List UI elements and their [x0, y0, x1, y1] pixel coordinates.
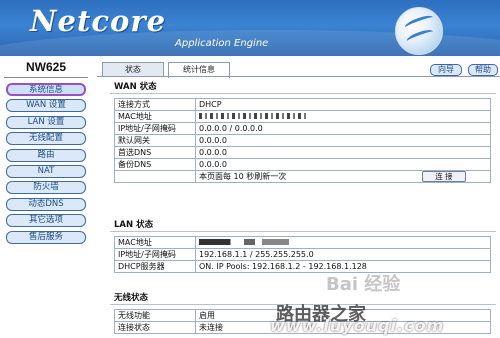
wan-value: 0.0.0.0	[195, 158, 491, 171]
sidebar-item-nat[interactable]: NAT	[6, 164, 86, 178]
wan-key: 连接方式	[114, 98, 196, 111]
sidebar-item-ddns[interactable]: 动态DNS	[6, 197, 86, 211]
sidebar-item-wireless[interactable]: 无线配置	[6, 132, 86, 146]
table-row: IP地址/子网掩码 192.168.1.1 / 255.255.255.0	[114, 248, 491, 261]
wan-key: 备份DNS	[114, 158, 196, 171]
refresh-text: 本页面每 10 秒刷新一次	[199, 171, 287, 181]
sidebar-divider	[4, 77, 88, 78]
wan-key: MAC地址	[114, 110, 196, 123]
table-row: MAC地址	[114, 110, 491, 123]
header-banner: Netcore Application Engine	[0, 0, 500, 56]
sidebar-item-other[interactable]: 其它选项	[6, 214, 86, 228]
help-button[interactable]: 帮助	[468, 64, 498, 76]
wan-value: 0.0.0.0	[195, 146, 491, 159]
wireless-status-title: 无线状态	[114, 293, 149, 303]
refresh-cell: 本页面每 10 秒刷新一次 连 接	[195, 170, 491, 183]
table-row: 首选DNS 0.0.0.0	[114, 146, 491, 159]
lan-status-table: MAC地址 IP地址/子网掩码 192.168.1.1 / 255.255.25…	[114, 236, 491, 273]
lan-key: MAC地址	[114, 236, 196, 249]
wan-key: IP地址/子网掩码	[114, 122, 196, 135]
wan-value: DHCP	[195, 98, 491, 111]
wan-value: 0.0.0.0	[195, 134, 491, 147]
wan-mac-value	[195, 110, 491, 123]
sidebar-menu: 系统信息 WAN 设置 LAN 设置 无线配置 路由 NAT 防火墙 动态DNS…	[6, 83, 88, 247]
table-row: 备份DNS 0.0.0.0	[114, 158, 491, 171]
wireless-key: 连接状态	[114, 321, 196, 334]
wan-divider	[110, 93, 496, 94]
table-row: DHCP服务器 ON. IP Pools: 192.168.1.2 - 192.…	[114, 260, 491, 273]
wan-key: 首选DNS	[114, 146, 196, 159]
tagline: Application Engine	[175, 38, 269, 49]
tab-baseline	[97, 76, 500, 77]
sidebar-item-service[interactable]: 售后服务	[6, 230, 86, 244]
netcore-logo: Netcore	[30, 4, 167, 38]
baidu-watermark: Bai 经验	[326, 274, 401, 295]
url-watermark: www.luyouqi.com	[270, 316, 445, 335]
sidebar: NW625 系统信息 WAN 设置 LAN 设置 无线配置 路由 NAT 防火墙…	[0, 56, 92, 338]
redacted-mac	[199, 113, 309, 119]
sidebar-item-wan[interactable]: WAN 设置	[6, 99, 86, 113]
wan-status-table: 连接方式 DHCP MAC地址 IP地址/子网掩码 0.0.0.0 / 0.0.…	[114, 98, 491, 183]
sidebar-item-lan[interactable]: LAN 设置	[6, 115, 86, 129]
globe-icon	[395, 7, 443, 55]
connect-button[interactable]: 连 接	[422, 171, 466, 182]
wan-key: 默认网关	[114, 134, 196, 147]
model-name: NW625	[25, 60, 66, 74]
redacted-mac	[199, 239, 289, 245]
table-row: MAC地址	[114, 236, 491, 249]
wireless-key: 无线功能	[114, 309, 196, 322]
wan-status-title: WAN 状态	[114, 82, 157, 92]
lan-key: IP地址/子网掩码	[114, 248, 196, 261]
tab-status[interactable]: 状态	[102, 62, 164, 76]
table-row: 连接方式 DHCP	[114, 98, 491, 111]
lan-mac-value	[195, 236, 491, 249]
lan-key: DHCP服务器	[114, 260, 196, 273]
table-row: 默认网关 0.0.0.0	[114, 134, 491, 147]
empty-cell	[114, 170, 196, 183]
lan-divider	[110, 231, 496, 232]
sidebar-item-firewall[interactable]: 防火墙	[6, 181, 86, 195]
table-row: IP地址/子网掩码 0.0.0.0 / 0.0.0.0	[114, 122, 491, 135]
sidebar-item-routing[interactable]: 路由	[6, 148, 86, 162]
sidebar-item-system-info[interactable]: 系统信息	[6, 83, 86, 96]
table-row: 本页面每 10 秒刷新一次 连 接	[114, 170, 491, 183]
wizard-button[interactable]: 向导	[430, 64, 462, 76]
wan-value: 0.0.0.0 / 0.0.0.0	[195, 122, 491, 135]
lan-status-title: LAN 状态	[114, 220, 154, 230]
lan-value: 192.168.1.1 / 255.255.255.0	[195, 248, 491, 261]
